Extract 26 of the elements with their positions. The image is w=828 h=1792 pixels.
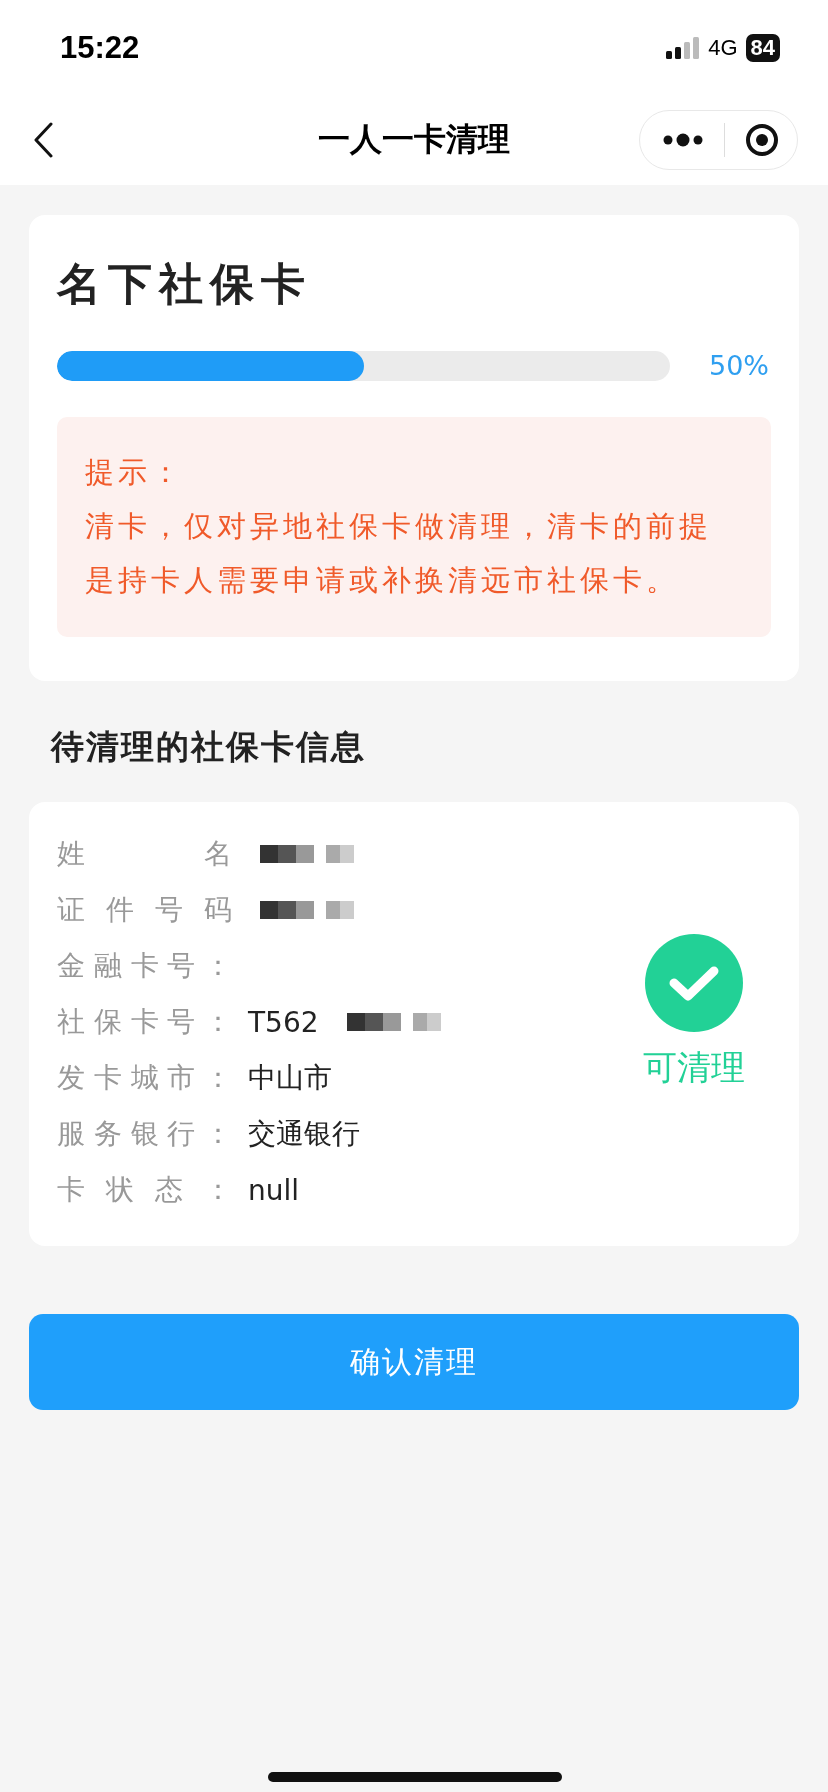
field-value: T562 (248, 1005, 319, 1039)
field-label: 金融卡号： (57, 948, 232, 984)
status-label: 可清理 (643, 1046, 745, 1089)
notice-text: 清卡，仅对异地社保卡做清理，清卡的前提是持卡人需要申请或补换清远市社保卡。 (85, 508, 713, 599)
network-label: 4G (708, 34, 738, 61)
field-label: 服务银行： (57, 1116, 232, 1152)
battery-indicator: 84 (745, 33, 780, 62)
field-label: 社保卡号： (57, 1004, 232, 1040)
field-label: 发卡城市： (57, 1060, 232, 1096)
field-label: 卡状态： (57, 1172, 232, 1208)
confirm-button[interactable]: 确认清理 (29, 1314, 799, 1410)
field-value: null (248, 1173, 300, 1207)
page-title: 一人一卡清理 (318, 119, 510, 160)
field-value: 中山市 (248, 1060, 332, 1096)
back-icon[interactable] (33, 122, 55, 158)
field-label: 姓名 (57, 836, 232, 872)
field-label: 证件号码 (57, 892, 232, 928)
close-target-icon[interactable] (745, 123, 779, 157)
signal-icon (666, 36, 701, 59)
card-title: 名下社保卡 (57, 257, 313, 311)
field-value: 交通银行 (248, 1116, 360, 1152)
progress-reading: 50% (709, 350, 769, 381)
notice-heading: 提示： (85, 454, 185, 491)
status-time: 15:22 (60, 29, 140, 66)
more-icon[interactable] (662, 133, 704, 147)
section-title: 待清理的社保卡信息 (51, 726, 367, 768)
